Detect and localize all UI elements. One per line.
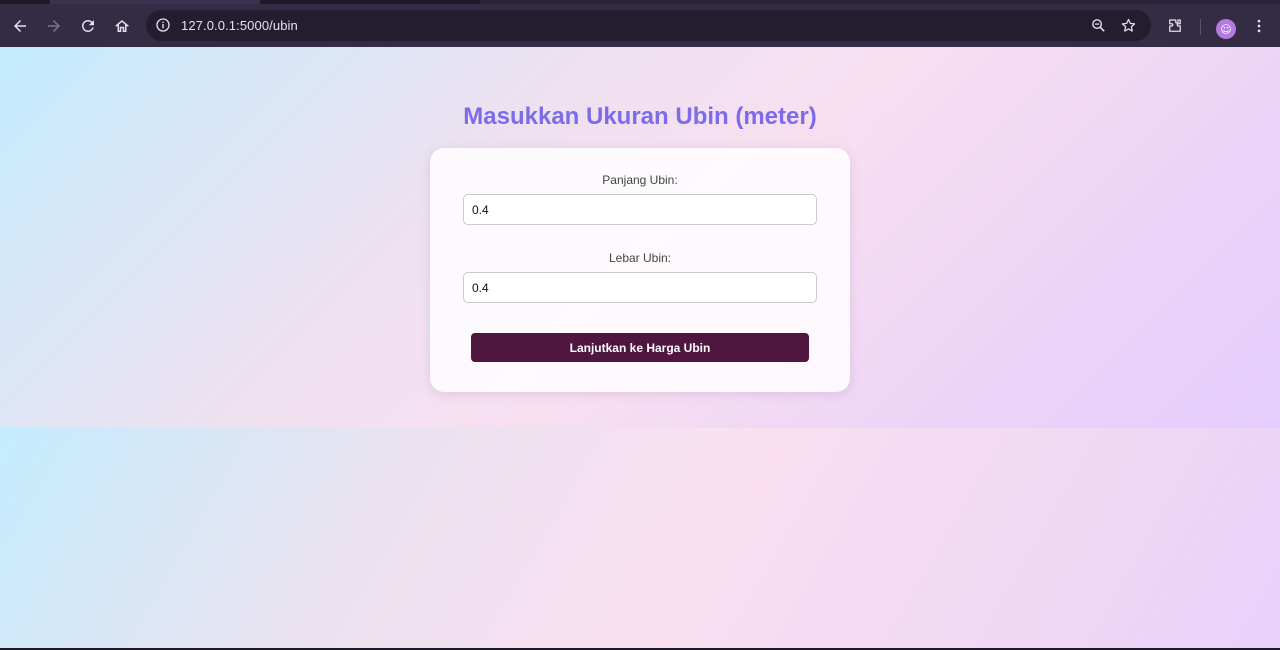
width-label: Lebar Ubin:	[608, 251, 672, 265]
info-icon	[156, 18, 170, 32]
page-background-lower	[0, 428, 1280, 648]
browser-toolbar: 127.0.0.1:5000/ubin ☺	[0, 4, 1280, 47]
bookmark-button[interactable]	[1119, 16, 1137, 34]
puzzle-icon	[1169, 18, 1181, 32]
zoom-button[interactable]	[1089, 16, 1107, 34]
page-viewport: Masukkan Ukuran Ubin (meter) Panjang Ubi…	[0, 47, 1280, 648]
home-button[interactable]	[108, 12, 136, 40]
width-input[interactable]	[463, 272, 817, 303]
profile-avatar[interactable]: ☺	[1216, 19, 1236, 39]
forward-button[interactable]	[40, 12, 68, 40]
address-bar[interactable]: 127.0.0.1:5000/ubin	[146, 10, 1151, 41]
length-label: Panjang Ubin:	[602, 173, 678, 187]
star-icon	[1121, 18, 1135, 32]
tile-size-form: Panjang Ubin: Lebar Ubin: Lanjutkan ke H…	[430, 148, 850, 392]
kebab-menu-icon	[1257, 19, 1261, 32]
page-body: Masukkan Ukuran Ubin (meter) Panjang Ubi…	[0, 47, 1280, 428]
length-input[interactable]	[463, 194, 817, 225]
arrow-right-icon	[48, 19, 60, 32]
zoom-icon	[1091, 18, 1105, 32]
arrow-left-icon	[14, 19, 26, 32]
site-info-button[interactable]	[154, 16, 172, 34]
back-button[interactable]	[6, 12, 34, 40]
page-title: Masukkan Ukuran Ubin (meter)	[463, 103, 817, 130]
home-icon	[115, 19, 129, 32]
extensions-button[interactable]	[1161, 12, 1189, 40]
url-text[interactable]: 127.0.0.1:5000/ubin	[181, 10, 298, 41]
reload-button[interactable]	[74, 12, 102, 40]
toolbar-separator	[1200, 19, 1201, 35]
continue-to-price-button[interactable]: Lanjutkan ke Harga Ubin	[471, 333, 809, 362]
reload-icon	[81, 19, 94, 32]
browser-menu-button[interactable]	[1245, 12, 1273, 40]
